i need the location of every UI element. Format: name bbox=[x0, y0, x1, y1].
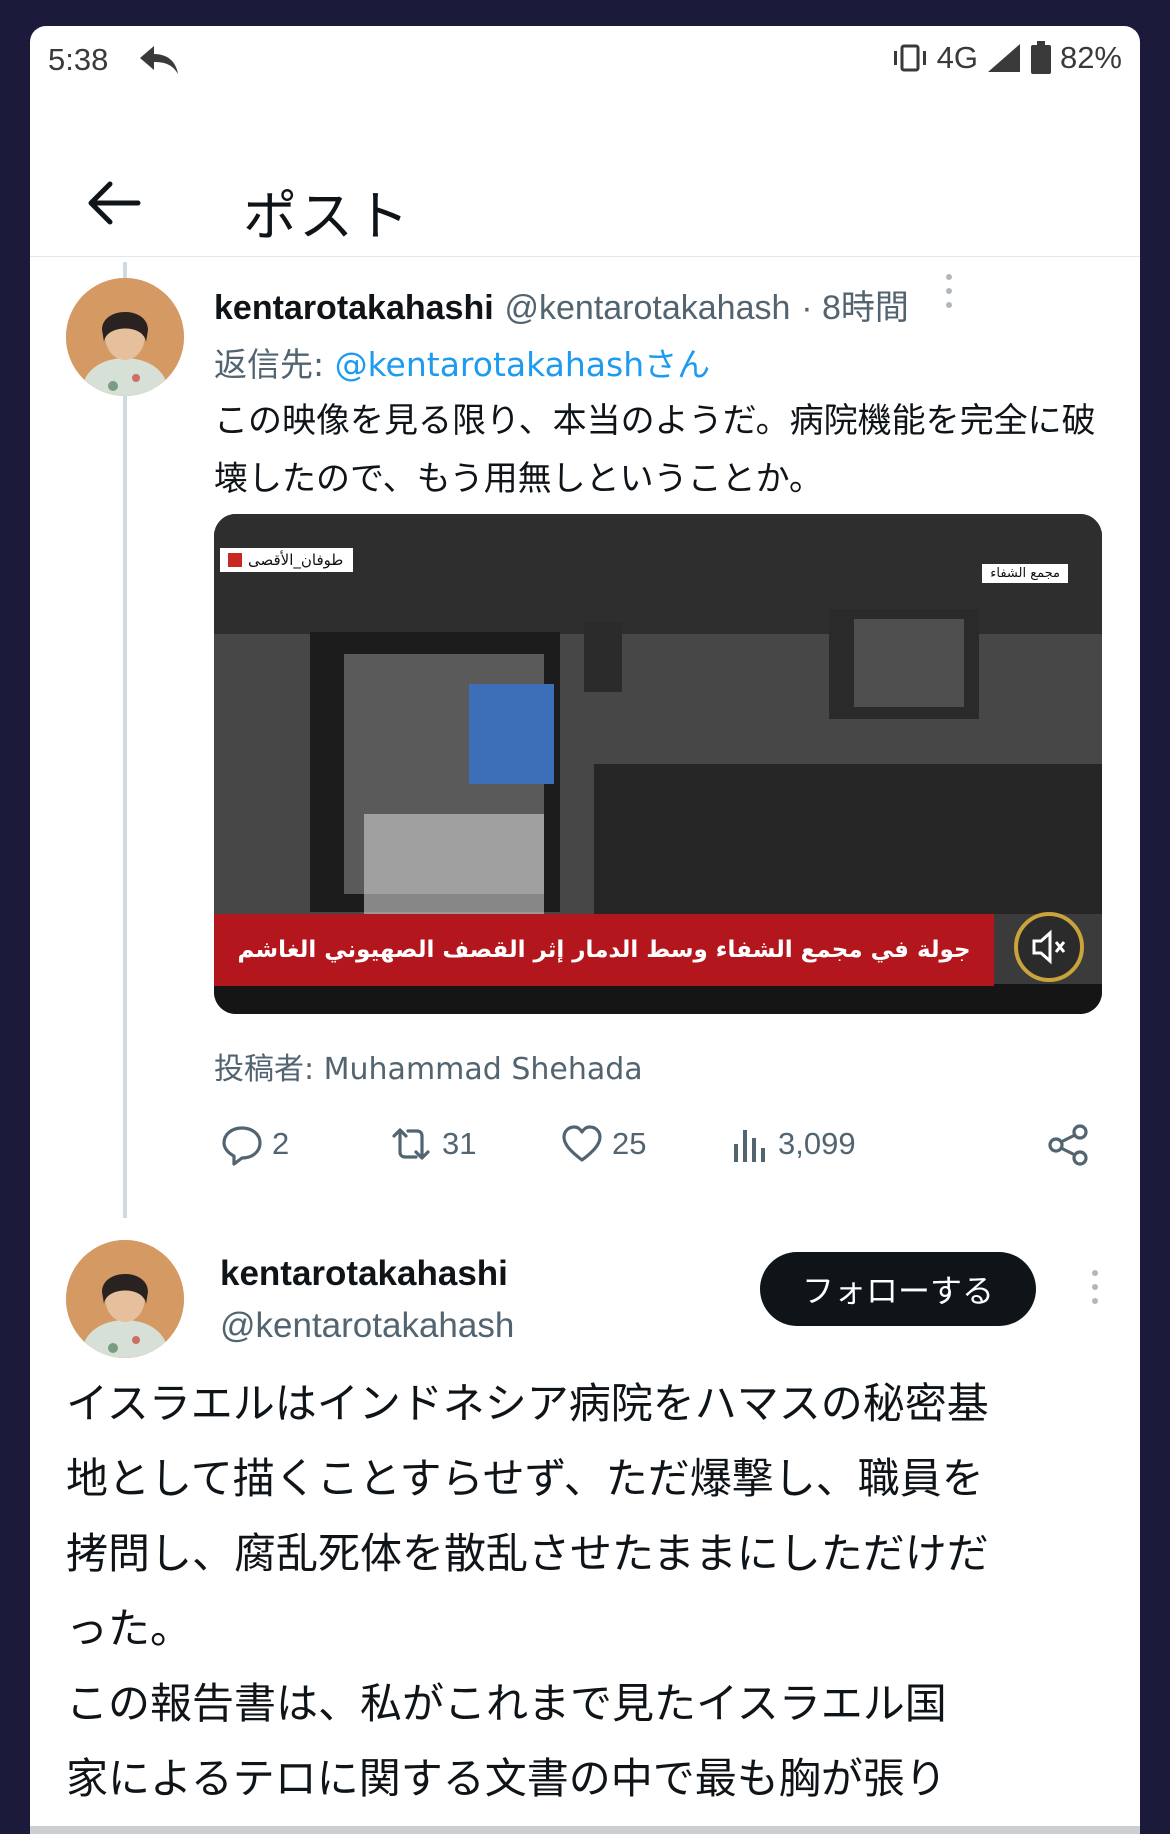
text-line: 家によるテロに関する文書の中で最も胸が張り bbox=[66, 1754, 947, 1803]
vibrate-icon bbox=[893, 44, 926, 72]
more-options-icon[interactable] bbox=[934, 270, 964, 314]
video-credit: 投稿者: Muhammad Shehada bbox=[214, 1052, 643, 1087]
author-name[interactable]: kentarotakahashi bbox=[220, 1254, 508, 1294]
repost-count: 31 bbox=[442, 1126, 477, 1161]
share-button[interactable] bbox=[1046, 1122, 1092, 1168]
like-button[interactable]: 25 bbox=[560, 1122, 646, 1166]
reply-icon bbox=[222, 1126, 262, 1166]
mute-button[interactable] bbox=[1014, 912, 1084, 982]
text-line: 地として描くことすらせず、ただ爆撃し、職員を bbox=[66, 1454, 984, 1503]
author-name[interactable]: kentarotakahashi bbox=[214, 289, 494, 327]
status-time: 5:38 bbox=[48, 42, 109, 77]
reply-label: 返信先: bbox=[214, 345, 335, 384]
page-title: ポスト bbox=[243, 185, 411, 248]
battery-icon bbox=[1030, 41, 1051, 74]
thread-connector bbox=[123, 262, 127, 1218]
page-header: ポスト bbox=[30, 126, 1140, 257]
tweet-meta: kentarotakahashi @kentarotakahash · 8時間 bbox=[214, 280, 909, 329]
views-button[interactable]: 3,099 bbox=[730, 1122, 856, 1166]
more-options-icon[interactable] bbox=[1080, 1266, 1110, 1310]
status-bar: 5:38 4G 82% bbox=[30, 26, 1140, 98]
battery-level: 82% bbox=[1059, 40, 1122, 75]
reply-count: 2 bbox=[272, 1126, 290, 1161]
signal-icon bbox=[987, 44, 1020, 72]
text-line: った。 bbox=[66, 1604, 193, 1653]
scroll-edge bbox=[30, 1826, 1140, 1834]
channel-tag: طوفان_الأقصى bbox=[220, 548, 354, 572]
tweet-actions: 2 31 25 3,099 bbox=[214, 1122, 1104, 1182]
app-screen: 5:38 4G 82% ポスト kentarotakahashi @kentar… bbox=[30, 26, 1140, 1834]
reply-button[interactable]: 2 bbox=[220, 1122, 289, 1166]
channel-tag-text: طوفان_الأقصى bbox=[248, 551, 344, 569]
avatar[interactable] bbox=[66, 1240, 184, 1358]
video-player[interactable]: طوفان_الأقصى مجمع الشفاء جولة في مجمع ال… bbox=[214, 514, 1102, 1014]
back-arrow-icon[interactable] bbox=[84, 178, 142, 228]
video-caption-banner: جولة في مجمع الشفاء وسط الدمار إثر القصف… bbox=[214, 914, 994, 986]
speaker-muted-icon bbox=[1032, 929, 1066, 965]
reply-arrow-icon bbox=[140, 46, 178, 74]
repost-button[interactable]: 31 bbox=[388, 1122, 476, 1166]
main-tweet-text: イスラエルはインドネシア病院をハマスの秘密基 地として描くことすらせず、ただ爆撃… bbox=[66, 1366, 1116, 1816]
views-count: 3,099 bbox=[778, 1126, 856, 1161]
text-line: イスラエルはインドネシア病院をハマスの秘密基 bbox=[66, 1379, 989, 1428]
heart-icon bbox=[562, 1125, 602, 1162]
avatar[interactable] bbox=[66, 278, 184, 396]
text-line: 拷問し、腐乱死体を散乱させたままにしただけだ bbox=[66, 1529, 989, 1578]
repost-icon bbox=[392, 1128, 430, 1160]
author-handle[interactable]: @kentarotakahash bbox=[504, 289, 790, 327]
location-tag: مجمع الشفاء bbox=[982, 564, 1068, 583]
like-count: 25 bbox=[612, 1126, 647, 1161]
tweet-time: · 8時間 bbox=[801, 289, 909, 327]
reply-to-link[interactable]: @kentarotakahashさん bbox=[335, 345, 711, 384]
author-handle[interactable]: @kentarotakahash bbox=[220, 1306, 514, 1346]
views-chart-icon bbox=[734, 1130, 765, 1162]
reply-context: 返信先: @kentarotakahashさん bbox=[214, 338, 710, 386]
network-type: 4G bbox=[936, 40, 978, 75]
tweet-text: この映像を見る限り、本当のようだ。病院機能を完全に破壊したので、もう用無しという… bbox=[214, 401, 1096, 499]
text-line: この報告書は、私がこれまで見たイスラエル国 bbox=[66, 1679, 947, 1728]
share-icon bbox=[1048, 1124, 1088, 1166]
follow-button[interactable]: フォローする bbox=[760, 1252, 1036, 1326]
